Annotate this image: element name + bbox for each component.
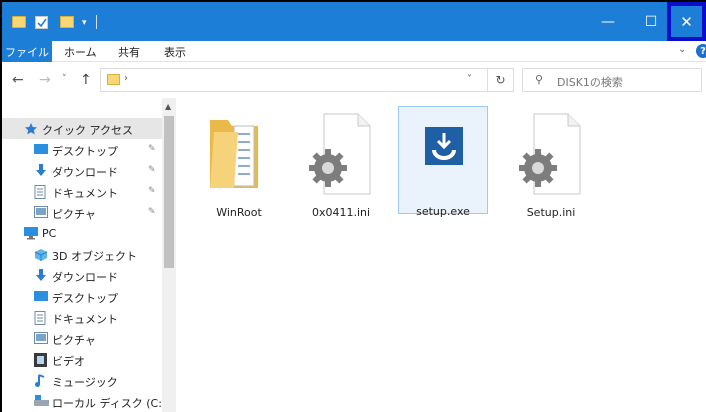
nav-item[interactable]: ローカル ディスク (C:) bbox=[2, 391, 166, 412]
nav-item[interactable]: デスクトップ ✎ bbox=[2, 139, 162, 160]
nav-scrollbar[interactable]: ▲ bbox=[162, 98, 176, 412]
nav-item[interactable]: 3D オブジェクト bbox=[2, 244, 162, 265]
minimize-button[interactable]: — bbox=[585, 2, 631, 41]
document-icon bbox=[34, 311, 48, 325]
scroll-up-icon[interactable]: ▲ bbox=[165, 102, 171, 111]
properties-icon[interactable] bbox=[35, 16, 48, 29]
nav-item[interactable]: ダウンロード bbox=[2, 265, 162, 286]
nav-item-label: クイック アクセス bbox=[42, 124, 133, 137]
tab-view[interactable]: 表示 bbox=[164, 44, 186, 60]
file-name: Setup.ini bbox=[526, 206, 576, 219]
settings-file-icon bbox=[516, 112, 586, 199]
pc-icon bbox=[24, 227, 38, 240]
folder-icon bbox=[204, 112, 264, 195]
nav-item-label: PC bbox=[42, 227, 57, 240]
scrollbar-thumb[interactable] bbox=[164, 116, 174, 268]
recent-locations-icon[interactable]: ˅ bbox=[62, 74, 67, 84]
search-icon: ⚲ bbox=[535, 73, 544, 86]
pictures-icon bbox=[34, 332, 48, 344]
file-name: 0x0411.ini bbox=[311, 206, 371, 219]
file-item[interactable]: 0x0411.ini bbox=[296, 108, 386, 219]
nav-item[interactable]: ビデオ bbox=[2, 349, 162, 370]
nav-item-label: ビデオ bbox=[52, 355, 85, 368]
search-box[interactable]: ⚲ DISK1の検索 bbox=[522, 68, 702, 92]
titlebar-separator bbox=[96, 15, 97, 29]
navigation-bar: ← → ˅ ↑ › ˅ ↻ ⚲ DISK1の検索 bbox=[2, 62, 706, 98]
nav-item-label: デスクトップ bbox=[52, 145, 118, 158]
nav-item-label: ダウンロード bbox=[52, 166, 118, 179]
file-name: WinRoot bbox=[216, 206, 262, 219]
up-arrow-icon[interactable]: ↑ bbox=[80, 72, 92, 88]
download-icon bbox=[34, 269, 48, 281]
pictures-icon bbox=[34, 206, 48, 218]
drive-icon bbox=[34, 395, 49, 407]
nav-item-label: ドキュメント bbox=[52, 187, 118, 200]
nav-item[interactable]: ピクチャ ✎ bbox=[2, 202, 162, 223]
video-icon bbox=[34, 353, 48, 367]
refresh-button[interactable]: ↻ bbox=[488, 68, 514, 92]
file-item[interactable]: Setup.ini bbox=[506, 108, 596, 219]
desktop-icon bbox=[34, 143, 48, 155]
settings-file-icon bbox=[306, 112, 376, 199]
tab-home[interactable]: ホーム bbox=[64, 44, 97, 60]
nav-item[interactable]: ミュージック bbox=[2, 370, 162, 391]
folder-icon bbox=[12, 16, 26, 28]
forward-arrow-icon[interactable]: → bbox=[39, 72, 51, 88]
nav-item-label: ピクチャ bbox=[52, 334, 96, 347]
installer-icon bbox=[409, 111, 479, 184]
3d-objects-icon bbox=[34, 248, 48, 261]
customize-toolbar-icon[interactable]: ▾ bbox=[82, 18, 87, 28]
music-icon bbox=[34, 374, 48, 387]
nav-item-label: 3D オブジェクト bbox=[52, 250, 137, 263]
nav-item-label: ローカル ディスク (C:) bbox=[52, 397, 167, 410]
file-name: setup.exe bbox=[416, 205, 470, 218]
nav-item[interactable]: ドキュメント bbox=[2, 307, 162, 328]
nav-item-label: ピクチャ bbox=[52, 208, 96, 221]
navigation-pane: クイック アクセス デスクトップ ✎ ダウンロード ✎ ドキュメント ✎ ピクチャ ✎ PC 3D … bbox=[2, 98, 176, 412]
pin-icon[interactable]: ✎ bbox=[148, 165, 156, 175]
file-list: WinRoot 0x0411.ini setup.exe Setup.ini bbox=[176, 98, 706, 412]
breadcrumb-chevron-icon[interactable]: › bbox=[124, 73, 128, 84]
help-icon[interactable]: ? bbox=[696, 44, 706, 58]
file-item[interactable]: WinRoot bbox=[194, 108, 284, 219]
close-button[interactable]: ✕ bbox=[667, 2, 706, 41]
pin-icon[interactable]: ✎ bbox=[148, 207, 156, 217]
nav-item[interactable]: ドキュメント ✎ bbox=[2, 181, 162, 202]
folder-icon bbox=[107, 74, 120, 85]
ribbon-tabs: ファイル ホーム 共有 表示 ⌄ ? bbox=[2, 41, 706, 62]
pin-icon[interactable]: ✎ bbox=[148, 144, 156, 154]
download-icon bbox=[34, 164, 48, 176]
nav-item[interactable]: ダウンロード ✎ bbox=[2, 160, 162, 181]
nav-item-label: ドキュメント bbox=[52, 313, 118, 326]
nav-item[interactable]: ピクチャ bbox=[2, 328, 162, 349]
nav-item[interactable]: デスクトップ bbox=[2, 286, 162, 307]
nav-item[interactable]: PC bbox=[2, 223, 162, 244]
new-folder-icon[interactable] bbox=[60, 16, 74, 28]
desktop-icon bbox=[34, 290, 48, 302]
address-dropdown-icon[interactable]: ˅ bbox=[467, 74, 472, 85]
tab-share[interactable]: 共有 bbox=[118, 44, 140, 60]
back-arrow-icon[interactable]: ← bbox=[12, 72, 24, 88]
star-icon bbox=[24, 122, 38, 135]
nav-item[interactable]: クイック アクセス bbox=[2, 118, 162, 139]
search-placeholder: DISK1の検索 bbox=[557, 76, 623, 89]
expand-ribbon-icon[interactable]: ⌄ bbox=[678, 44, 686, 55]
address-bar[interactable]: › ˅ bbox=[100, 68, 488, 92]
file-item[interactable]: setup.exe bbox=[398, 106, 488, 218]
nav-item-label: デスクトップ bbox=[52, 292, 118, 305]
nav-item-label: ダウンロード bbox=[52, 271, 118, 284]
pin-icon[interactable]: ✎ bbox=[148, 186, 156, 196]
tab-file[interactable]: ファイル bbox=[2, 41, 52, 62]
nav-item-label: ミュージック bbox=[52, 376, 118, 389]
document-icon bbox=[34, 185, 48, 199]
